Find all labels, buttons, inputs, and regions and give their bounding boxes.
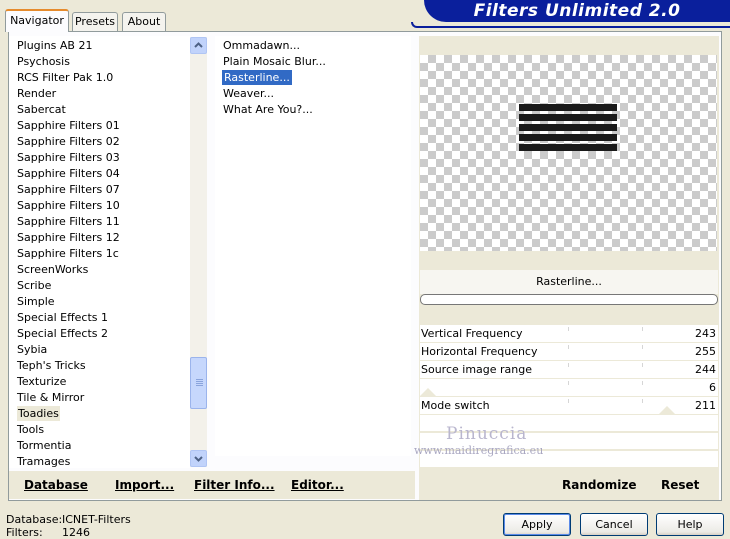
category-item[interactable]: Sapphire Filters 07	[17, 182, 120, 197]
database-button[interactable]: Database	[24, 478, 88, 492]
filter-item[interactable]: Ommadawn...	[223, 38, 300, 53]
param-label: Source image range	[421, 363, 533, 376]
category-item[interactable]: Render	[17, 86, 56, 101]
param-slider-horizontal-frequency[interactable]: Horizontal Frequency 255	[420, 343, 718, 360]
param-slider-vertical-frequency[interactable]: Vertical Frequency 243	[420, 325, 718, 342]
watermark-name: Pinuccia	[446, 424, 528, 444]
category-item[interactable]: Sapphire Filters 01	[17, 118, 120, 133]
chevron-up-icon	[194, 42, 203, 48]
filter-item[interactable]: Rasterline...	[222, 70, 292, 85]
category-item[interactable]: Toadies	[17, 406, 60, 421]
status-filters-label: Filters:	[6, 526, 43, 539]
category-item[interactable]: Sapphire Filters 02	[17, 134, 120, 149]
slider-thumb-icon[interactable]	[659, 406, 675, 414]
cancel-button[interactable]: Cancel	[580, 513, 648, 536]
progress-bar	[420, 294, 718, 305]
filter-item[interactable]: What Are You?...	[223, 102, 313, 117]
randomize-button[interactable]: Randomize	[562, 478, 636, 492]
filter-item[interactable]: Plain Mosaic Blur...	[223, 54, 326, 69]
category-item[interactable]: Texturize	[17, 374, 66, 389]
category-item[interactable]: ScreenWorks	[17, 262, 88, 277]
app-banner: Filters Unlimited 2.0	[424, 0, 730, 22]
category-item[interactable]: Tools	[17, 422, 44, 437]
scroll-up-button[interactable]	[190, 37, 207, 54]
preview-raster-line	[519, 114, 617, 121]
tab-navigator[interactable]: Navigator	[5, 9, 69, 32]
category-item[interactable]: Simple	[17, 294, 55, 309]
category-item[interactable]: Plugins AB 21	[17, 38, 92, 53]
tab-about[interactable]: About	[122, 12, 166, 31]
category-scrollbar[interactable]	[190, 37, 207, 467]
scroll-thumb[interactable]	[190, 357, 207, 409]
category-item[interactable]: Sapphire Filters 10	[17, 198, 120, 213]
param-label: Vertical Frequency	[421, 327, 523, 340]
filter-name-label: Rasterline...	[420, 270, 718, 294]
param-value: 243	[695, 327, 716, 340]
filter-info-button[interactable]: Filter Info...	[194, 478, 275, 492]
reset-button[interactable]: Reset	[661, 478, 699, 492]
category-item[interactable]: Tramages	[17, 454, 70, 468]
filter-item[interactable]: Weaver...	[223, 86, 274, 101]
category-item[interactable]: Tormentia	[17, 438, 71, 453]
filter-list[interactable]: Ommadawn... Plain Mosaic Blur... Rasterlin…	[215, 36, 411, 456]
category-item[interactable]: Sapphire Filters 03	[17, 150, 120, 165]
category-item[interactable]: Tile & Mirror	[17, 390, 84, 405]
param-value: 211	[695, 399, 716, 412]
preview-raster-line	[519, 144, 617, 151]
tab-presets[interactable]: Presets	[72, 12, 118, 31]
category-item[interactable]: Sapphire Filters 04	[17, 166, 120, 181]
param-slider-source-image-range[interactable]: Source image range 244	[420, 361, 718, 378]
preview-image	[420, 55, 717, 251]
category-item[interactable]: Special Effects 1	[17, 310, 108, 325]
param-value: 6	[709, 381, 716, 394]
category-item[interactable]: Teph's Tricks	[17, 358, 86, 373]
category-item[interactable]: Sabercat	[17, 102, 66, 117]
preview-raster-line	[519, 104, 617, 111]
help-button[interactable]: Help	[656, 513, 724, 536]
category-item[interactable]: Psychosis	[17, 54, 70, 69]
param-label: Mode switch	[421, 399, 490, 412]
preview-raster-line	[519, 134, 617, 141]
watermark-site: www.maidiregrafica.eu	[414, 444, 544, 457]
param-value: 244	[695, 363, 716, 376]
category-item[interactable]: Sapphire Filters 12	[17, 230, 120, 245]
status-database-value: ICNET-Filters	[62, 513, 131, 526]
status-database-label: Database:	[6, 513, 63, 526]
param-slider-mode-switch[interactable]: Mode switch 211	[420, 397, 718, 414]
chevron-down-icon	[194, 456, 203, 462]
param-slider-unlabeled[interactable]: 6	[420, 379, 718, 396]
category-item[interactable]: Special Effects 2	[17, 326, 108, 341]
preview-raster-line	[519, 124, 617, 131]
app-title: Filters Unlimited 2.0	[473, 1, 681, 21]
category-item[interactable]: RCS Filter Pak 1.0	[17, 70, 113, 85]
slider-thumb-icon[interactable]	[420, 388, 436, 396]
category-list[interactable]: Plugins AB 21 Psychosis RCS Filter Pak 1.0…	[9, 36, 190, 468]
banner-underline	[411, 22, 730, 28]
editor-button[interactable]: Editor...	[291, 478, 344, 492]
param-label: Horizontal Frequency	[421, 345, 538, 358]
import-button[interactable]: Import...	[115, 478, 174, 492]
category-item[interactable]: Sapphire Filters 11	[17, 214, 120, 229]
category-item[interactable]: Sybia	[17, 342, 47, 357]
scroll-down-button[interactable]	[190, 450, 207, 467]
param-value: 255	[695, 345, 716, 358]
status-filters-value: 1246	[62, 526, 90, 539]
apply-button[interactable]: Apply	[503, 513, 571, 536]
category-item[interactable]: Sapphire Filters 1c	[17, 246, 119, 261]
category-item[interactable]: Scribe	[17, 278, 51, 293]
